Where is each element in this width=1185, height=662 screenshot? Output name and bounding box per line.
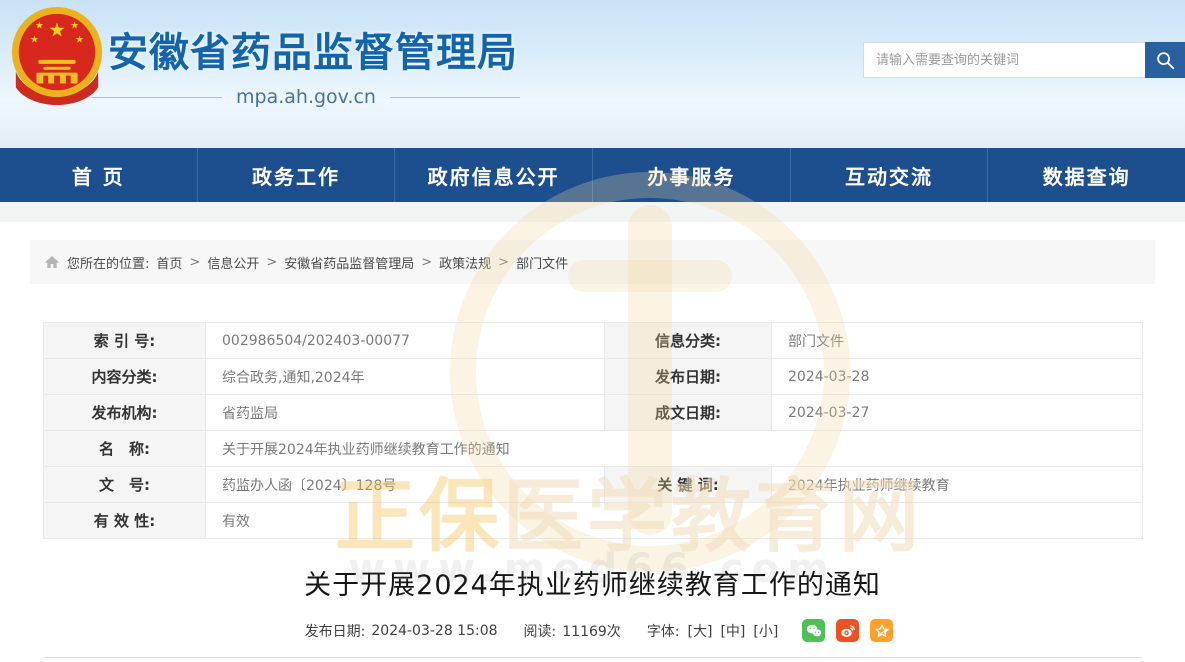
breadcrumb-dept-documents[interactable]: 部门文件 xyxy=(516,253,568,272)
breadcrumb-prefix: 您所在的位置: xyxy=(67,253,149,272)
content-class-value: 综合政务,通知,2024年 xyxy=(206,359,605,395)
svg-text:★: ★ xyxy=(48,18,66,41)
breadcrumb-home[interactable]: 首页 xyxy=(156,253,182,272)
main-nav: 首 页 政务工作 政府信息公开 办事服务 互动交流 数据查询 xyxy=(0,148,1185,202)
views-group: 阅读: 11169次 xyxy=(524,621,621,641)
doc-no-value: 药监办人函〔2024〕128号 xyxy=(206,467,605,503)
search-icon xyxy=(1154,49,1176,71)
document-info-table: 索 引 号: 002986504/202403-00077 信息分类: 部门文件… xyxy=(43,322,1143,539)
info-class-value: 部门文件 xyxy=(772,323,1143,359)
pub-date-label: 发布日期: xyxy=(605,359,772,395)
site-search xyxy=(863,42,1185,78)
table-row: 内容分类: 综合政务,通知,2024年 发布日期: 2024-03-28 xyxy=(44,359,1143,395)
publish-date-group: 发布日期: 2024-03-28 15:08 xyxy=(305,621,498,641)
site-url-row: mpa.ah.gov.cn xyxy=(92,86,520,108)
weibo-icon xyxy=(839,622,857,640)
pub-org-value: 省药监局 xyxy=(206,395,605,431)
table-row: 发布机构: 省药监局 成文日期: 2024-03-27 xyxy=(44,395,1143,431)
publish-date-label: 发布日期: xyxy=(305,621,366,641)
content-class-label: 内容分类: xyxy=(44,359,206,395)
validity-label: 有 效 性: xyxy=(44,503,206,539)
star-icon xyxy=(873,622,891,640)
home-icon xyxy=(44,254,60,270)
site-title: 安徽省药品监督管理局 xyxy=(108,20,518,78)
nav-item-interaction[interactable]: 互动交流 xyxy=(791,148,989,202)
validity-value: 有效 xyxy=(206,503,1143,539)
url-left-rule xyxy=(92,97,222,98)
nav-item-info-disclosure[interactable]: 政府信息公开 xyxy=(395,148,593,202)
article-meta: 发布日期: 2024-03-28 15:08 阅读: 11169次 字体: [大… xyxy=(30,619,1155,642)
favorite-star-button[interactable] xyxy=(870,619,893,642)
table-row: 索 引 号: 002986504/202403-00077 信息分类: 部门文件 xyxy=(44,323,1143,359)
written-date-value: 2024-03-27 xyxy=(772,395,1143,431)
svg-text:★: ★ xyxy=(70,21,79,32)
table-row: 有 效 性: 有效 xyxy=(44,503,1143,539)
keywords-value: 2024年执业药师继续教育 xyxy=(772,467,1143,503)
breadcrumb-info-disclosure[interactable]: 信息公开 xyxy=(207,253,259,272)
breadcrumb-policies[interactable]: 政策法规 xyxy=(439,253,491,272)
page-strip xyxy=(0,202,1185,222)
wechat-share-button[interactable] xyxy=(802,619,825,642)
views-label: 阅读: xyxy=(524,621,557,641)
views-value: 11169次 xyxy=(562,621,621,641)
svg-text:★: ★ xyxy=(35,21,44,32)
doc-no-label: 文 号: xyxy=(44,467,206,503)
nav-item-services[interactable]: 办事服务 xyxy=(593,148,791,202)
search-input[interactable] xyxy=(863,42,1145,78)
document-info-table-wrap: 索 引 号: 002986504/202403-00077 信息分类: 部门文件… xyxy=(43,322,1142,539)
main-container: 您所在的位置: 首页 > 信息公开 > 安徽省药品监督管理局 > 政策法规 > … xyxy=(30,240,1155,658)
breadcrumb-separator: > xyxy=(266,255,277,270)
pub-date-value: 2024-03-28 xyxy=(772,359,1143,395)
article-title: 关于开展2024年执业药师继续教育工作的通知 xyxy=(30,563,1155,602)
font-size-label: 字体: xyxy=(647,621,680,641)
url-right-rule xyxy=(390,97,520,98)
site-url: mpa.ah.gov.cn xyxy=(236,86,376,108)
publish-date-value: 2024-03-28 15:08 xyxy=(371,623,497,639)
nav-item-government-work[interactable]: 政务工作 xyxy=(198,148,396,202)
weibo-share-button[interactable] xyxy=(836,619,859,642)
svg-text:★: ★ xyxy=(30,34,39,45)
breadcrumb-agency[interactable]: 安徽省药品监督管理局 xyxy=(284,253,414,272)
font-size-group: 字体: [大] [中] [小] xyxy=(647,621,779,641)
keywords-label: 关 键 词: xyxy=(605,467,772,503)
site-header: ★ ★ ★ ★ ★ 安徽省药品监督管理局 mpa.ah.gov.cn xyxy=(0,0,1185,148)
table-row: 文 号: 药监办人函〔2024〕128号 关 键 词: 2024年执业药师继续教… xyxy=(44,467,1143,503)
nav-item-data-query[interactable]: 数据查询 xyxy=(988,148,1185,202)
nav-item-home[interactable]: 首 页 xyxy=(0,148,198,202)
breadcrumb-separator: > xyxy=(498,255,509,270)
doc-name-value: 关于开展2024年执业药师继续教育工作的通知 xyxy=(206,431,1143,467)
index-no-label: 索 引 号: xyxy=(44,323,206,359)
breadcrumb-separator: > xyxy=(421,255,432,270)
doc-name-label: 名 称: xyxy=(44,431,206,467)
wechat-icon xyxy=(805,622,823,640)
breadcrumb: 您所在的位置: 首页 > 信息公开 > 安徽省药品监督管理局 > 政策法规 > … xyxy=(30,240,1155,284)
font-size-medium-button[interactable]: [中] xyxy=(720,621,745,641)
pub-org-label: 发布机构: xyxy=(44,395,206,431)
font-size-large-button[interactable]: [大] xyxy=(688,621,713,641)
font-size-small-button[interactable]: [小] xyxy=(753,621,778,641)
table-row: 名 称: 关于开展2024年执业药师继续教育工作的通知 xyxy=(44,431,1143,467)
search-button[interactable] xyxy=(1145,42,1185,78)
index-no-value: 002986504/202403-00077 xyxy=(206,323,605,359)
info-class-label: 信息分类: xyxy=(605,323,772,359)
breadcrumb-separator: > xyxy=(189,255,200,270)
written-date-label: 成文日期: xyxy=(605,395,772,431)
svg-text:★: ★ xyxy=(75,34,84,45)
content-divider xyxy=(43,657,1142,658)
